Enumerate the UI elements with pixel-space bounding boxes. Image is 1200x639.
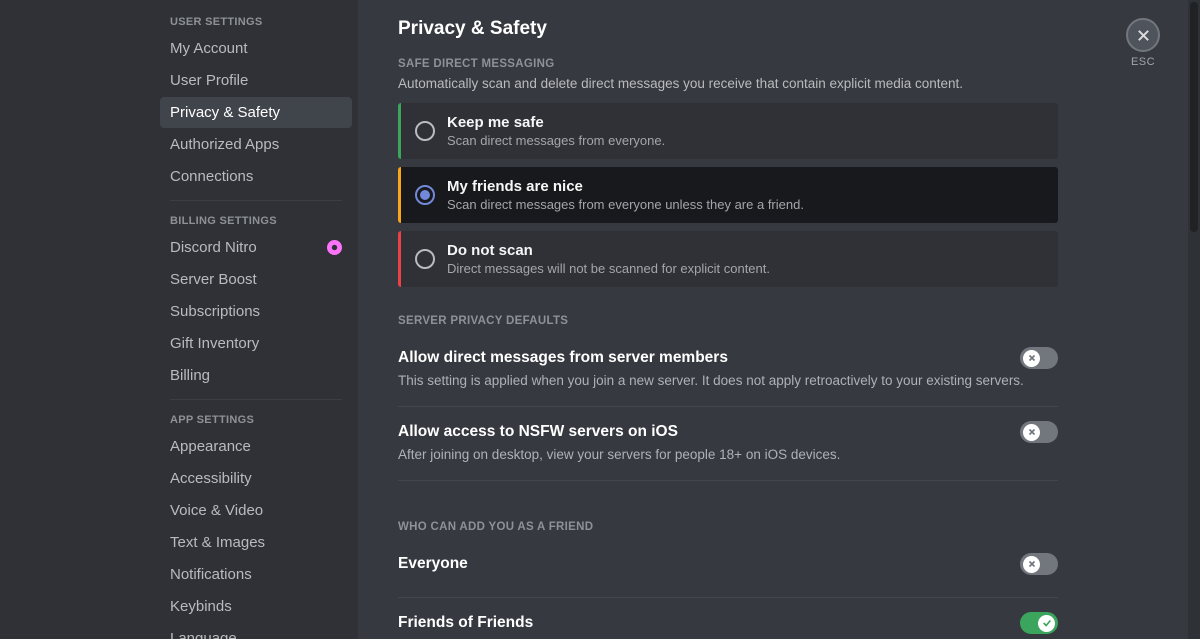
sidebar-item-label: Billing bbox=[170, 367, 210, 384]
setting-desc: This setting is applied when you join a … bbox=[398, 373, 1058, 388]
radio-option-title: Do not scan bbox=[447, 242, 770, 259]
safe-dm-option-2[interactable]: Do not scan Direct messages will not be s… bbox=[398, 231, 1058, 287]
setting-title: Allow direct messages from server member… bbox=[398, 349, 1058, 367]
sidebar-item-label: Gift Inventory bbox=[170, 335, 259, 352]
sidebar-item-label: Language bbox=[170, 630, 237, 639]
sidebar-item-label: Appearance bbox=[170, 438, 251, 455]
close-label: ESC bbox=[1126, 56, 1160, 68]
sidebar-item-gift-inventory[interactable]: Gift Inventory bbox=[160, 328, 352, 359]
radio-icon bbox=[415, 121, 435, 141]
radio-option-desc: Scan direct messages from everyone unles… bbox=[447, 197, 804, 212]
radio-icon bbox=[415, 185, 435, 205]
sidebar-item-language[interactable]: Language bbox=[160, 623, 352, 639]
close-icon bbox=[1023, 350, 1040, 367]
toggle-switch[interactable] bbox=[1020, 421, 1058, 443]
settings-sidebar: USER SETTINGS My Account User Profile Priva… bbox=[150, 0, 358, 639]
setting-title: Friends of Friends bbox=[398, 614, 1058, 632]
section-heading-friends: WHO CAN ADD YOU AS A FRIEND bbox=[398, 521, 1058, 533]
sidebar-item-privacy-safety[interactable]: Privacy & Safety bbox=[160, 97, 352, 128]
nitro-icon bbox=[327, 240, 342, 255]
check-icon bbox=[1038, 615, 1055, 632]
safe-dm-option-1[interactable]: My friends are nice Scan direct messages … bbox=[398, 167, 1058, 223]
setting-desc: After joining on desktop, view your serv… bbox=[398, 447, 1058, 462]
sidebar-item-server-boost[interactable]: Server Boost bbox=[160, 264, 352, 295]
safe-dm-option-0[interactable]: Keep me safe Scan direct messages from ev… bbox=[398, 103, 1058, 159]
section-heading-safedm: SAFE DIRECT MESSAGING bbox=[398, 58, 1058, 70]
sidebar-item-label: Keybinds bbox=[170, 598, 232, 615]
radio-icon bbox=[415, 249, 435, 269]
setting-title: Allow access to NSFW servers on iOS bbox=[398, 423, 1058, 441]
sidebar-item-subscriptions[interactable]: Subscriptions bbox=[160, 296, 352, 327]
sidebar-item-discord-nitro[interactable]: Discord Nitro bbox=[160, 232, 352, 263]
toggle-switch[interactable] bbox=[1020, 553, 1058, 575]
section-desc-safedm: Automatically scan and delete direct mes… bbox=[398, 76, 1058, 91]
settings-pane: ESC Privacy & Safety SAFE DIRECT MESSAGI… bbox=[358, 0, 1200, 639]
sidebar-item-label: Server Boost bbox=[170, 271, 257, 288]
sidebar-item-label: Subscriptions bbox=[170, 303, 260, 320]
sidebar-item-label: Text & Images bbox=[170, 534, 265, 551]
sidebar-item-user-profile[interactable]: User Profile bbox=[160, 65, 352, 96]
sidebar-item-accessibility[interactable]: Accessibility bbox=[160, 463, 352, 494]
setting-row: Everyone bbox=[398, 539, 1058, 598]
radio-option-desc: Scan direct messages from everyone. bbox=[447, 133, 665, 148]
sidebar-item-my-account[interactable]: My Account bbox=[160, 33, 352, 64]
scrollbar[interactable] bbox=[1188, 0, 1200, 639]
sidebar-section-heading: USER SETTINGS bbox=[160, 10, 352, 32]
sidebar-item-authorized-apps[interactable]: Authorized Apps bbox=[160, 129, 352, 160]
sidebar-item-voice-video[interactable]: Voice & Video bbox=[160, 495, 352, 526]
close-button[interactable] bbox=[1126, 18, 1160, 52]
setting-row: Friends of Friends bbox=[398, 598, 1058, 639]
sidebar-item-label: Authorized Apps bbox=[170, 136, 279, 153]
scrollbar-thumb[interactable] bbox=[1190, 2, 1198, 232]
sidebar-item-text-images[interactable]: Text & Images bbox=[160, 527, 352, 558]
sidebar-item-label: Voice & Video bbox=[170, 502, 263, 519]
radio-option-desc: Direct messages will not be scanned for … bbox=[447, 261, 770, 276]
section-heading-serverprivacy: SERVER PRIVACY DEFAULTS bbox=[398, 315, 1058, 327]
setting-row: Allow direct messages from server member… bbox=[398, 333, 1058, 407]
sidebar-item-label: Privacy & Safety bbox=[170, 104, 280, 121]
setting-title: Everyone bbox=[398, 555, 1058, 573]
toggle-switch[interactable] bbox=[1020, 612, 1058, 634]
sidebar-item-notifications[interactable]: Notifications bbox=[160, 559, 352, 590]
sidebar-item-label: Accessibility bbox=[170, 470, 252, 487]
toggle-switch[interactable] bbox=[1020, 347, 1058, 369]
sidebar-item-billing[interactable]: Billing bbox=[160, 360, 352, 391]
sidebar-item-keybinds[interactable]: Keybinds bbox=[160, 591, 352, 622]
sidebar-item-label: User Profile bbox=[170, 72, 248, 89]
sidebar-section-heading: APP SETTINGS bbox=[160, 408, 352, 430]
sidebar-item-label: Notifications bbox=[170, 566, 252, 583]
sidebar-item-label: My Account bbox=[170, 40, 248, 57]
sidebar-item-appearance[interactable]: Appearance bbox=[160, 431, 352, 462]
sidebar-item-label: Discord Nitro bbox=[170, 239, 257, 256]
radio-option-title: Keep me safe bbox=[447, 114, 665, 131]
setting-row: Allow access to NSFW servers on iOS After… bbox=[398, 407, 1058, 481]
sidebar-section-heading: BILLING SETTINGS bbox=[160, 209, 352, 231]
close-icon bbox=[1023, 556, 1040, 573]
radio-option-title: My friends are nice bbox=[447, 178, 804, 195]
sidebar-item-connections[interactable]: Connections bbox=[160, 161, 352, 192]
close-icon bbox=[1023, 424, 1040, 441]
sidebar-item-label: Connections bbox=[170, 168, 253, 185]
page-title: Privacy & Safety bbox=[398, 18, 1058, 40]
